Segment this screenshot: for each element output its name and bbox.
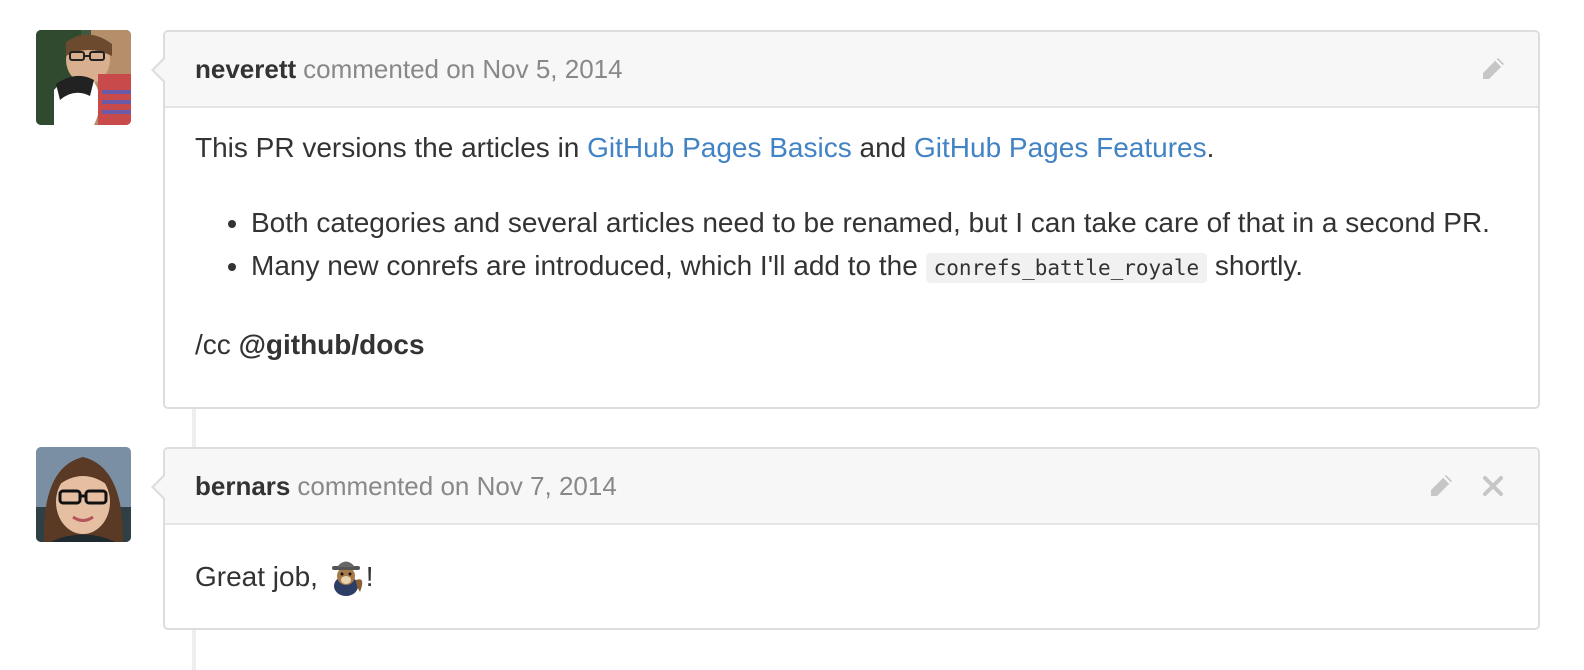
avatar[interactable] — [36, 30, 131, 125]
comment: neverett commented on Nov 5, 2014 This P… — [151, 30, 1540, 409]
author-link[interactable]: bernars — [195, 471, 290, 502]
timeline-connector — [192, 408, 196, 448]
link-github-pages-features[interactable]: GitHub Pages Features — [914, 132, 1207, 163]
cc-prefix: /cc — [195, 329, 239, 360]
comment-timestamp[interactable]: commented on Nov 5, 2014 — [303, 54, 622, 85]
paragraph-text: This PR versions the articles in — [195, 132, 588, 163]
comment-paragraph: Great job, ! — [195, 555, 1508, 598]
pencil-icon[interactable] — [1478, 54, 1508, 84]
avatar[interactable] — [36, 447, 131, 542]
author-link[interactable]: neverett — [195, 54, 296, 85]
squirrel-spy-emoji — [326, 556, 366, 596]
cc-line: /cc @github/docs — [195, 323, 1508, 366]
comment-pointer — [154, 58, 166, 82]
comment-actions — [1478, 54, 1508, 84]
list-item-text: shortly. — [1207, 250, 1304, 281]
comment-pointer — [154, 475, 166, 499]
timeline-connector — [192, 630, 196, 670]
pencil-icon[interactable] — [1426, 471, 1456, 501]
inline-code: conrefs_battle_royale — [925, 253, 1208, 283]
discussion-timeline: neverett commented on Nov 5, 2014 This P… — [0, 0, 1584, 670]
paragraph-text: Great job, — [195, 561, 326, 592]
comment-timestamp[interactable]: commented on Nov 7, 2014 — [297, 471, 616, 502]
bullet-list: Both categories and several articles nee… — [195, 201, 1508, 290]
comment-header: neverett commented on Nov 5, 2014 — [165, 32, 1538, 108]
comment: bernars commented on Nov 7, 2014 Great j… — [151, 447, 1540, 630]
paragraph-text: and — [851, 132, 914, 163]
list-item-text: Many new conrefs are introduced, which I… — [251, 250, 926, 281]
comment-header: bernars commented on Nov 7, 2014 — [165, 449, 1538, 525]
paragraph-text: . — [1206, 132, 1215, 163]
paragraph-text: ! — [365, 561, 374, 592]
comment-body: Great job, ! — [165, 525, 1538, 598]
comment-actions — [1426, 471, 1508, 501]
close-icon[interactable] — [1478, 471, 1508, 501]
team-mention[interactable]: @github/docs — [239, 329, 425, 360]
link-github-pages-basics[interactable]: GitHub Pages Basics — [587, 132, 852, 163]
comment-paragraph: This PR versions the articles in GitHub … — [195, 126, 1508, 169]
list-item: Many new conrefs are introduced, which I… — [251, 244, 1508, 290]
list-item: Both categories and several articles nee… — [251, 201, 1508, 244]
comment-body: This PR versions the articles in GitHub … — [165, 108, 1538, 366]
